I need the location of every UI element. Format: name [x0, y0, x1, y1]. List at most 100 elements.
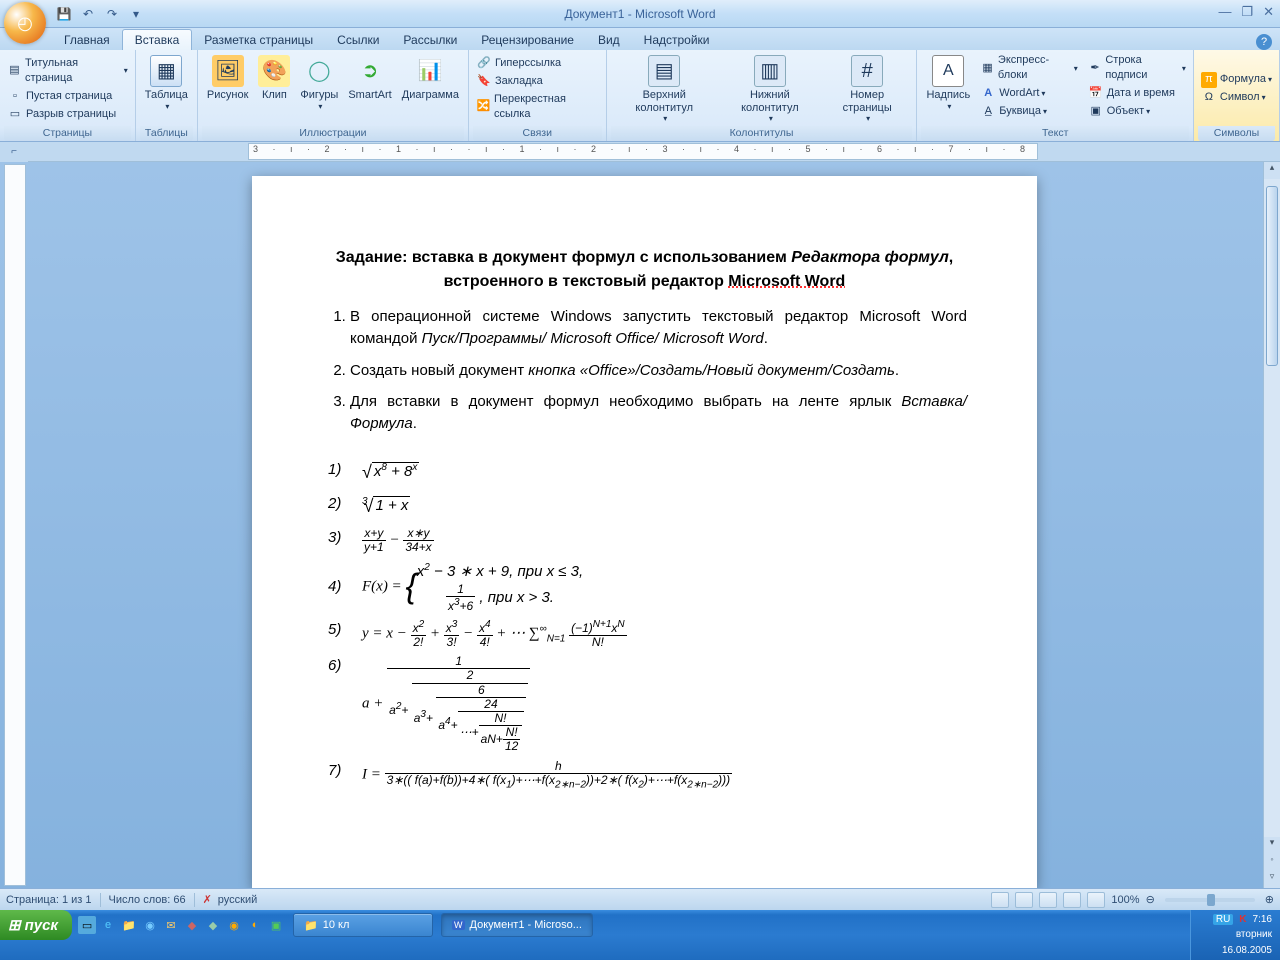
taskbar-item-word[interactable]: WДокумент1 - Microso...: [441, 913, 593, 937]
help-icon[interactable]: ?: [1256, 34, 1272, 50]
picture-button[interactable]: 🖼Рисунок: [202, 52, 254, 105]
close-button[interactable]: ✕: [1263, 4, 1274, 20]
view-draft[interactable]: [1087, 892, 1105, 908]
group-label-hf: Колонтитулы: [611, 126, 913, 141]
zoom-level[interactable]: 100%: [1111, 894, 1139, 906]
footer-icon: ▥: [754, 55, 786, 87]
tab-addins[interactable]: Надстройки: [632, 30, 722, 50]
object-button[interactable]: ▣Объект▾: [1085, 103, 1189, 121]
symbol-icon: Ω: [1201, 90, 1217, 106]
prev-page-icon[interactable]: ◦: [1264, 854, 1280, 871]
signature-line-button[interactable]: ✒Строка подписи▾: [1085, 52, 1189, 85]
page-break-button[interactable]: ▭Разрыв страницы: [4, 105, 119, 123]
shapes-button[interactable]: ◯Фигуры▾: [295, 52, 343, 114]
clip-button[interactable]: 🎨Клип: [253, 52, 295, 105]
quick-parts-button[interactable]: ▦Экспресс-блоки▾: [977, 52, 1080, 85]
view-web-layout[interactable]: [1039, 892, 1057, 908]
ql-app4-icon[interactable]: ◐: [246, 916, 264, 934]
list-item: Создать новый документ кнопка «Office»/С…: [350, 360, 967, 382]
window-title: Документ1 - Microsoft Word: [0, 7, 1280, 21]
status-language[interactable]: русский: [218, 894, 257, 906]
zoom-out-button[interactable]: ⊖: [1146, 893, 1155, 906]
cover-page-button[interactable]: ▤Титульная страница▾: [4, 55, 131, 88]
symbol-button[interactable]: ΩСимвол▾: [1198, 89, 1269, 107]
taskbar-item-folder[interactable]: 📁10 кл: [293, 913, 433, 937]
page[interactable]: Задание: вставка в документ формул с исп…: [252, 176, 1037, 888]
zoom-slider[interactable]: [1165, 898, 1255, 902]
ql-app1-icon[interactable]: ◆: [183, 916, 201, 934]
wordart-button[interactable]: AWordArt▾: [977, 85, 1080, 103]
dropcap-button[interactable]: A̲Буквица▾: [977, 103, 1080, 121]
page-number-button[interactable]: #Номер страницы▾: [822, 52, 913, 126]
word-icon: W: [452, 920, 465, 930]
ql-app3-icon[interactable]: ◉: [225, 916, 243, 934]
office-button[interactable]: ◴: [4, 2, 46, 44]
ql-media-icon[interactable]: ◉: [141, 916, 159, 934]
status-page[interactable]: Страница: 1 из 1: [6, 894, 92, 906]
status-word-count[interactable]: Число слов: 66: [109, 894, 186, 906]
smartart-icon: ➲: [354, 55, 386, 87]
ql-desktop-icon[interactable]: ▭: [78, 916, 96, 934]
ruler-toggle[interactable]: ⌐: [0, 142, 28, 162]
clip-icon: 🎨: [258, 55, 290, 87]
workspace: Задание: вставка в документ формул с исп…: [0, 162, 1280, 888]
ql-app2-icon[interactable]: ◆: [204, 916, 222, 934]
crossref-icon: 🔀: [476, 99, 491, 115]
ql-ie-icon[interactable]: e: [99, 916, 117, 934]
textbox-button[interactable]: AНадпись▾: [921, 52, 975, 114]
vertical-ruler[interactable]: [4, 164, 26, 886]
tab-review[interactable]: Рецензирование: [469, 30, 586, 50]
ql-mail-icon[interactable]: ✉: [162, 916, 180, 934]
bookmark-button[interactable]: 🔖Закладка: [473, 73, 546, 91]
scroll-thumb[interactable]: [1266, 186, 1278, 366]
equation-button[interactable]: πФормула▾: [1198, 71, 1275, 89]
tray-day: вторник: [1236, 929, 1272, 940]
document-area[interactable]: Задание: вставка в документ формул с исп…: [26, 162, 1263, 888]
horizontal-ruler[interactable]: 3 · ı · 2 · ı · 1 · ı · · ı · 1 · ı · 2 …: [248, 143, 1038, 160]
tab-page-layout[interactable]: Разметка страницы: [192, 30, 325, 50]
group-label-symbols: Символы: [1198, 126, 1275, 141]
view-outline[interactable]: [1063, 892, 1081, 908]
blank-page-button[interactable]: ▫Пустая страница: [4, 87, 115, 105]
tab-home[interactable]: Главная: [52, 30, 122, 50]
vertical-scrollbar[interactable]: ▴ ▾ ◦ ▿: [1263, 162, 1280, 888]
view-print-layout[interactable]: [991, 892, 1009, 908]
zoom-in-button[interactable]: ⊕: [1265, 893, 1274, 906]
tray-language[interactable]: RU: [1213, 914, 1233, 925]
taskbar: ⊞пуск ▭ e 📁 ◉ ✉ ◆ ◆ ◉ ◐ ▣ 📁10 кл WДокуме…: [0, 910, 1280, 960]
view-full-screen[interactable]: [1015, 892, 1033, 908]
table-button[interactable]: ▦ Таблица▾: [140, 52, 193, 114]
tab-insert[interactable]: Вставка: [122, 29, 193, 50]
scroll-up-icon[interactable]: ▴: [1264, 162, 1280, 179]
ribbon: ▤Титульная страница▾ ▫Пустая страница ▭Р…: [0, 50, 1280, 142]
restore-button[interactable]: ❐: [1241, 4, 1253, 20]
tab-view[interactable]: Вид: [586, 30, 632, 50]
list-item: Для вставки в документ формул необходимо…: [350, 391, 967, 435]
smartart-button[interactable]: ➲SmartArt: [343, 52, 396, 105]
group-links: 🔗Гиперссылка 🔖Закладка 🔀Перекрестная ссы…: [469, 50, 607, 141]
system-tray[interactable]: RUK7:16 вторник 16.08.2005: [1190, 910, 1280, 960]
tab-references[interactable]: Ссылки: [325, 30, 391, 50]
tray-kaspersky-icon[interactable]: K: [1239, 914, 1246, 925]
hyperlink-icon: 🔗: [476, 56, 492, 72]
crossref-button[interactable]: 🔀Перекрестная ссылка: [473, 91, 602, 124]
group-label-links: Связи: [473, 126, 602, 141]
scroll-down-icon[interactable]: ▾: [1264, 837, 1280, 854]
ql-app5-icon[interactable]: ▣: [267, 916, 285, 934]
group-text: AНадпись▾ ▦Экспресс-блоки▾ AWordArt▾ A̲Б…: [917, 50, 1193, 141]
date-time-button[interactable]: 📅Дата и время: [1085, 85, 1189, 103]
start-button[interactable]: ⊞пуск: [0, 910, 72, 940]
group-pages: ▤Титульная страница▾ ▫Пустая страница ▭Р…: [0, 50, 136, 141]
hyperlink-button[interactable]: 🔗Гиперссылка: [473, 55, 564, 73]
minimize-button[interactable]: —: [1218, 4, 1231, 20]
ql-explorer-icon[interactable]: 📁: [120, 916, 138, 934]
spellcheck-icon[interactable]: ✗: [203, 893, 212, 906]
footer-button[interactable]: ▥Нижний колонтитул▾: [718, 52, 822, 126]
tab-mailings[interactable]: Рассылки: [391, 30, 469, 50]
shapes-icon: ◯: [303, 55, 335, 87]
header-button[interactable]: ▤Верхний колонтитул▾: [611, 52, 718, 126]
folder-icon: 📁: [304, 919, 318, 932]
chart-button[interactable]: 📊Диаграмма: [397, 52, 464, 105]
textbox-icon: A: [932, 55, 964, 87]
next-page-icon[interactable]: ▿: [1264, 871, 1280, 888]
